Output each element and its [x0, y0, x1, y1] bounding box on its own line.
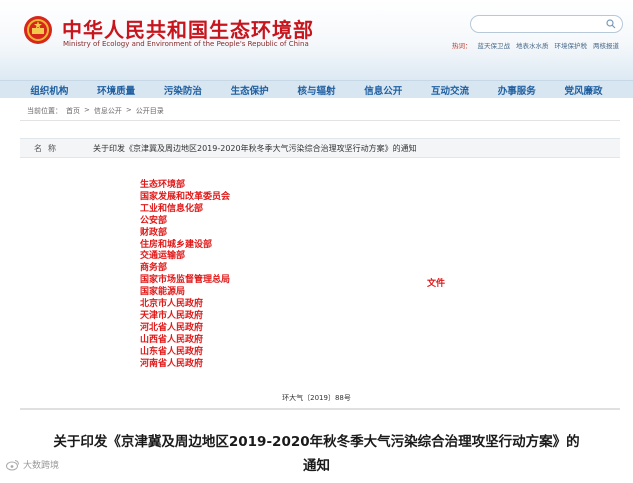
- document-word: 文件: [427, 279, 446, 289]
- recipient-item: 山西省人民政府: [140, 334, 204, 345]
- recipient-item: 河北省人民政府: [140, 322, 204, 333]
- document-title-line1: 关于印发《京津冀及周边地区2019-2020年秋冬季大气污染综合治理攻坚行动方案…: [53, 434, 580, 450]
- recipient-item: 山东省人民政府: [140, 346, 204, 357]
- breadcrumb-separator: >: [125, 106, 132, 114]
- recipient-list: 生态环境部 国家发展和改革委员会 工业和信息化部 公安部 财政部 住房和城乡建设…: [140, 180, 230, 371]
- hot-words: 热词： 蓝天保卫战 地表水水质 环境保护税 两核报道: [452, 40, 619, 50]
- hot-word-link[interactable]: 蓝天保卫战: [478, 40, 511, 50]
- nav-item-organization[interactable]: 组织机构: [30, 83, 68, 97]
- recipient-item: 国家市场监督管理总局: [140, 275, 231, 286]
- recipient-item: 国家发展和改革委员会: [140, 191, 231, 202]
- nav-item-nuclear-radiation[interactable]: 核与辐射: [297, 83, 335, 97]
- hot-word-link[interactable]: 两核报道: [593, 40, 619, 50]
- document-name-row: 名称 关于印发《京津冀及周边地区2019-2020年秋冬季大气污染综合治理攻坚行…: [20, 138, 620, 158]
- recipient-item: 工业和信息化部: [140, 203, 204, 214]
- breadcrumb: 当前位置： 首页 > 信息公开 > 公开目录: [27, 106, 164, 116]
- recipient-item: 生态环境部: [140, 180, 186, 190]
- hot-word-link[interactable]: 环境保护税: [555, 40, 588, 50]
- site-header: 中华人民共和国生态环境部 Ministry of Ecology and Env…: [0, 0, 633, 80]
- breadcrumb-separator: >: [84, 106, 90, 114]
- recipient-item: 北京市人民政府: [140, 299, 204, 310]
- search-input[interactable]: [470, 15, 623, 33]
- recipient-item: 河南省人民政府: [140, 358, 204, 369]
- recipient-item: 财政部: [140, 227, 168, 238]
- nav-item-interaction[interactable]: 互动交流: [431, 83, 469, 97]
- recipient-item: 交通运输部: [140, 251, 186, 262]
- recipient-item: 公安部: [140, 215, 168, 226]
- nav-item-party-conduct[interactable]: 党风廉政: [565, 83, 603, 97]
- document-number: 环大气〔2019〕88号: [282, 394, 351, 402]
- search-icon[interactable]: [606, 19, 616, 29]
- hot-word-link[interactable]: 地表水水质: [516, 40, 549, 50]
- divider: [20, 120, 620, 121]
- breadcrumb-prefix: 当前位置：: [27, 107, 62, 115]
- recipient-item: 天津市人民政府: [140, 310, 204, 321]
- name-value: 关于印发《京津冀及周边地区2019-2020年秋冬季大气污染综合治理攻坚行动方案…: [93, 144, 417, 153]
- watermark: 大数跨境: [6, 458, 59, 471]
- breadcrumb-item-catalog[interactable]: 公开目录: [136, 106, 164, 116]
- breadcrumb-item-home[interactable]: 首页: [66, 106, 80, 116]
- recipient-item: 国家能源局: [140, 287, 186, 298]
- name-label: 名称: [34, 144, 62, 153]
- main-nav: 组织机构 环境质量 污染防治 生态保护 核与辐射 信息公开 互动交流 办事服务 …: [0, 80, 633, 98]
- document-title: 关于印发《京津冀及周边地区2019-2020年秋冬季大气污染综合治理攻坚行动方案…: [0, 430, 633, 478]
- watermark-text: 大数跨境: [23, 461, 60, 471]
- site-title[interactable]: 中华人民共和国生态环境部: [62, 14, 314, 43]
- nav-item-ecological-protection[interactable]: 生态保护: [231, 83, 269, 97]
- nav-item-services[interactable]: 办事服务: [498, 83, 536, 97]
- hot-words-label: 热词：: [452, 42, 472, 50]
- nav-item-environment-quality[interactable]: 环境质量: [97, 83, 135, 97]
- nav-item-information-disclosure[interactable]: 信息公开: [364, 83, 402, 97]
- nav-item-pollution-control[interactable]: 污染防治: [164, 83, 202, 97]
- weibo-icon: [6, 459, 19, 470]
- document-divider: [20, 408, 620, 410]
- document-title-line2: 通知: [303, 458, 330, 474]
- site-subtitle: Ministry of Ecology and Environment of t…: [63, 40, 309, 48]
- recipient-item: 住房和城乡建设部: [140, 239, 213, 250]
- breadcrumb-item-info[interactable]: 信息公开: [94, 106, 122, 116]
- national-emblem-icon: [24, 16, 52, 44]
- recipient-item: 商务部: [140, 263, 168, 274]
